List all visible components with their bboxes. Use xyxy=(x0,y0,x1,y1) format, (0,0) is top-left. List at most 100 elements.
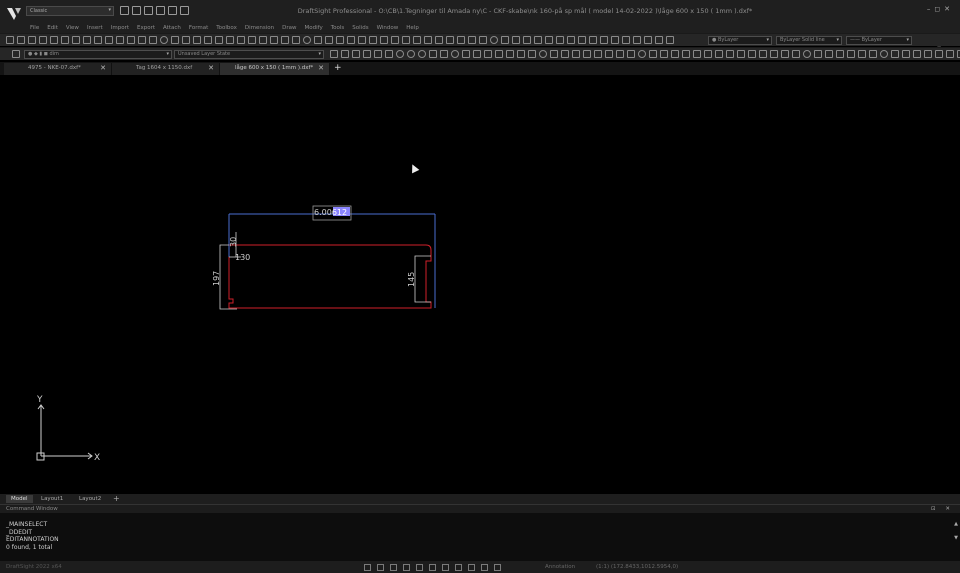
esnap-icon[interactable] xyxy=(270,36,278,44)
close-icon[interactable]: ✕ xyxy=(318,64,324,72)
snap-extension-icon[interactable] xyxy=(847,50,855,58)
line-icon[interactable] xyxy=(330,50,338,58)
esnap-toggle-icon[interactable] xyxy=(416,564,423,571)
extend-icon[interactable] xyxy=(594,50,602,58)
hatch-icon[interactable] xyxy=(457,36,465,44)
donut-icon[interactable] xyxy=(451,50,459,58)
menu-toolbox[interactable]: Toolbox xyxy=(216,25,237,31)
grid-icon[interactable] xyxy=(237,36,245,44)
help-icon[interactable] xyxy=(666,36,674,44)
copy-entity-icon[interactable] xyxy=(484,50,492,58)
menu-import[interactable]: Import xyxy=(111,25,129,31)
add-scale-icon[interactable] xyxy=(494,564,501,571)
explode-icon[interactable] xyxy=(649,50,657,58)
lineweight-toggle-icon[interactable] xyxy=(442,564,449,571)
ellipse-icon[interactable] xyxy=(418,50,426,58)
join-icon[interactable] xyxy=(616,50,624,58)
snap-tangent-icon[interactable] xyxy=(880,50,888,58)
drawing-canvas[interactable]: 6.00612 30 130 197 145 Y X xyxy=(0,75,960,494)
save-as-icon[interactable] xyxy=(39,36,47,44)
redo-icon[interactable] xyxy=(180,6,189,15)
etrack-toggle-icon[interactable] xyxy=(429,564,436,571)
command-window-controls[interactable]: ⊡ ✕ xyxy=(931,505,954,513)
menu-export[interactable]: Export xyxy=(137,25,155,31)
layer-manager-icon[interactable] xyxy=(12,50,20,58)
cut-icon[interactable] xyxy=(83,36,91,44)
dimension-angular-icon[interactable] xyxy=(325,36,333,44)
snap-settings-icon[interactable] xyxy=(924,50,932,58)
tab-model[interactable]: Model xyxy=(6,495,33,503)
measure-icon[interactable] xyxy=(556,36,564,44)
paste-icon[interactable] xyxy=(105,36,113,44)
hatch-draw-icon[interactable] xyxy=(440,50,448,58)
menu-modify[interactable]: Modify xyxy=(305,25,323,31)
move-icon[interactable] xyxy=(528,50,536,58)
layer-state-select[interactable]: Unsaved Layer State ▾ xyxy=(174,50,324,59)
snap-node-icon[interactable] xyxy=(814,50,822,58)
snap-parallel-icon[interactable] xyxy=(902,50,910,58)
quick-input-icon[interactable] xyxy=(481,564,488,571)
new-icon[interactable] xyxy=(6,36,14,44)
model-toggle-icon[interactable] xyxy=(455,564,462,571)
id-point-icon[interactable] xyxy=(759,50,767,58)
menu-solids[interactable]: Solids xyxy=(352,25,368,31)
hyperlink-icon[interactable] xyxy=(622,36,630,44)
dimension-continue-icon[interactable] xyxy=(369,36,377,44)
send-back-icon[interactable] xyxy=(715,50,723,58)
bring-front-icon[interactable] xyxy=(726,50,734,58)
inquiry-icon[interactable] xyxy=(567,36,575,44)
note-icon[interactable] xyxy=(462,50,470,58)
fillet-icon[interactable] xyxy=(638,50,646,58)
add-tab-icon[interactable]: + xyxy=(334,63,342,73)
dim-edit-icon[interactable] xyxy=(413,36,421,44)
menu-window[interactable]: Window xyxy=(377,25,399,31)
new-file-icon[interactable] xyxy=(120,6,129,15)
command-scrollbar[interactable]: ▲ ▼ xyxy=(954,517,958,545)
snap-insertion-icon[interactable] xyxy=(858,50,866,58)
print-preview-icon[interactable] xyxy=(61,36,69,44)
scale-icon[interactable] xyxy=(550,50,558,58)
snap-midpoint-icon[interactable] xyxy=(792,50,800,58)
snap-intersection-icon[interactable] xyxy=(836,50,844,58)
mesh-icon[interactable] xyxy=(545,36,553,44)
save-icon[interactable] xyxy=(144,6,153,15)
close-icon[interactable]: ✕ xyxy=(100,64,106,72)
lineweight-icon[interactable] xyxy=(292,36,300,44)
lineweight-select[interactable]: —— ByLayer ▾ xyxy=(846,36,912,45)
zoom-icon[interactable] xyxy=(160,36,168,44)
draftsight-logo-icon[interactable] xyxy=(6,6,22,22)
snap-nearest-icon[interactable] xyxy=(891,50,899,58)
boundary-icon[interactable] xyxy=(512,36,520,44)
erase-icon[interactable] xyxy=(473,50,481,58)
add-layout-icon[interactable]: + xyxy=(108,495,125,503)
menu-view[interactable]: View xyxy=(66,25,79,31)
dimension-diameter-icon[interactable] xyxy=(347,36,355,44)
snap-icon[interactable] xyxy=(226,36,234,44)
dim-30-text[interactable]: 30 xyxy=(229,237,238,247)
annotation-scale[interactable]: Annotation xyxy=(545,564,575,570)
ucs-world-icon[interactable] xyxy=(946,50,954,58)
ungroup-icon[interactable] xyxy=(704,50,712,58)
chamfer-icon[interactable] xyxy=(627,50,635,58)
etrack-icon[interactable] xyxy=(281,36,289,44)
ucs-icon[interactable] xyxy=(935,50,943,58)
design-resources-icon[interactable] xyxy=(215,36,223,44)
arc-icon[interactable] xyxy=(407,50,415,58)
tolerance-icon[interactable] xyxy=(391,36,399,44)
block-icon[interactable] xyxy=(468,36,476,44)
redo-icon[interactable] xyxy=(138,36,146,44)
wipeout-icon[interactable] xyxy=(523,36,531,44)
center-mark-icon[interactable] xyxy=(402,36,410,44)
polar-toggle-icon[interactable] xyxy=(403,564,410,571)
ray-icon[interactable] xyxy=(363,50,371,58)
rotate-icon[interactable] xyxy=(539,50,547,58)
pan-icon[interactable] xyxy=(149,36,157,44)
zoom-fit-icon[interactable] xyxy=(182,36,190,44)
snap-endpoint-icon[interactable] xyxy=(781,50,789,58)
mirror-icon[interactable] xyxy=(495,50,503,58)
insert-block-icon[interactable] xyxy=(479,36,487,44)
save-icon[interactable] xyxy=(28,36,36,44)
align-icon[interactable] xyxy=(671,50,679,58)
dim-145-text[interactable]: 145 xyxy=(407,272,416,287)
layers-icon[interactable] xyxy=(204,36,212,44)
